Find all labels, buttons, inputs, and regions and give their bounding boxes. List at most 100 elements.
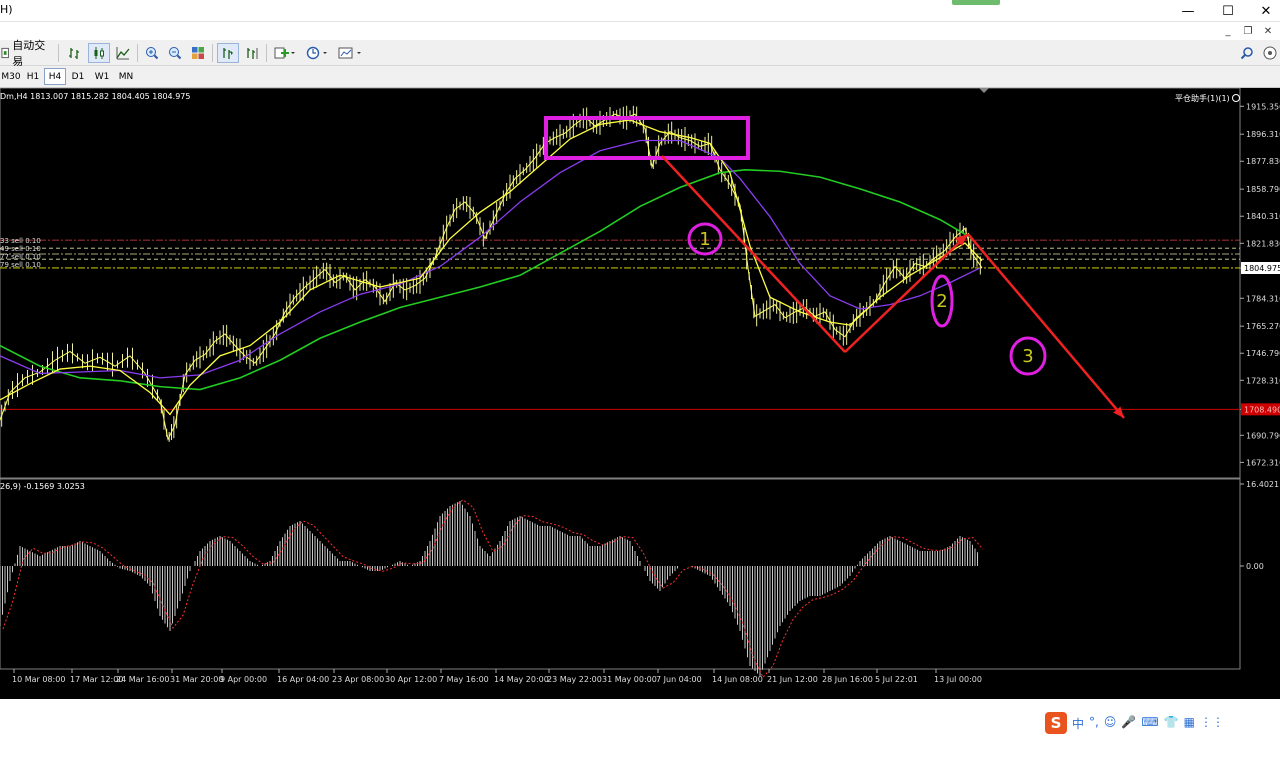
bar-chart-icon <box>69 48 79 59</box>
y-tick-label: 1877.830 <box>1246 157 1280 166</box>
zoom-in-button[interactable] <box>141 43 163 63</box>
x-tick-label: 14 May 20:00 <box>494 675 549 684</box>
smiley-icon <box>1232 94 1241 102</box>
ime-item[interactable]: ⌨ <box>1141 715 1158 732</box>
mdi-close-button[interactable]: ✕ <box>1258 23 1278 39</box>
x-tick-label: 31 May 00:00 <box>602 675 657 684</box>
tile-windows-icon <box>192 47 204 59</box>
x-tick-label: 23 May 22:00 <box>547 675 602 684</box>
y-tick-label: 1840.310 <box>1246 212 1280 221</box>
wave-1-label: 1 <box>699 229 710 250</box>
y-tick-label: 1746.790 <box>1246 349 1280 358</box>
ime-item[interactable]: 👕 <box>1164 715 1179 732</box>
line-chart-icon <box>116 47 130 60</box>
search-icon <box>1240 47 1253 60</box>
price-chart[interactable]: 1915.350 1896.310 1877.830 1858.790 1840.310… <box>0 88 1280 699</box>
indicators-icon <box>274 47 295 59</box>
y-tick-label: 1858.790 <box>1246 185 1280 194</box>
ime-item[interactable]: ▦ <box>1184 715 1195 732</box>
y-tick-label: 1690.790 <box>1246 431 1280 440</box>
timeframe-h4[interactable]: H4 <box>44 68 66 85</box>
indicators-button[interactable] <box>271 43 299 63</box>
timeframe-m30[interactable]: M30 <box>0 68 22 85</box>
y-tick-label: 1765.270 <box>1246 322 1280 331</box>
x-tick-label: 23 Apr 08:00 <box>332 675 384 684</box>
main-toolbar: 自动交易 <box>0 39 1280 68</box>
bar-chart-button[interactable] <box>64 43 86 63</box>
chart-window[interactable]: 1915.350 1896.310 1877.830 1858.790 1840.310… <box>0 88 1280 756</box>
order-label: 79 sell 0.10 <box>0 261 41 269</box>
ime-item[interactable]: 中 <box>1072 715 1084 732</box>
target-price-label: 1708.490 <box>1244 405 1280 414</box>
candle-chart-button[interactable] <box>88 43 110 63</box>
x-tick-label: 30 Apr 12:00 <box>385 675 437 684</box>
autotrade-label: 自动交易 <box>12 39 46 68</box>
shift-marker <box>979 88 989 93</box>
main-pane-border <box>0 88 1241 479</box>
ime-item[interactable]: 🎤 <box>1121 715 1136 732</box>
timeframe-mn[interactable]: MN <box>114 68 138 85</box>
line-chart-button[interactable] <box>112 43 134 63</box>
current-price-label: 1804.975 <box>1244 264 1280 273</box>
x-tick-label: 13 Jul 00:00 <box>934 675 982 684</box>
timeframe-h1[interactable]: H1 <box>22 68 44 85</box>
ea-label: 平仓助手(1)(1) <box>1175 93 1241 104</box>
toolbar-separator <box>137 44 138 62</box>
timeframe-w1[interactable]: W1 <box>90 68 114 85</box>
signal-button[interactable] <box>1260 43 1280 63</box>
ime-item[interactable]: ☺ <box>1104 715 1117 732</box>
ea-label-text: 平仓助手(1)(1) <box>1175 94 1230 103</box>
signal-icon <box>1263 46 1277 60</box>
x-tick-label: 24 Mar 16:00 <box>116 675 169 684</box>
y-tick-label: 1915.350 <box>1246 102 1280 111</box>
zoom-out-icon <box>169 47 182 60</box>
ime-item[interactable]: ⋮⋮ <box>1200 715 1224 732</box>
ime-logo[interactable]: S <box>1045 712 1067 734</box>
toolbar-separator <box>212 44 213 62</box>
macd-pane-border <box>0 478 1241 670</box>
ime-items: 中 °, ☺ 🎤 ⌨ 👕 ▦ ⋮⋮ <box>1067 715 1224 732</box>
x-tick-label: 14 Jun 08:00 <box>712 675 763 684</box>
wave-3-label: 3 <box>1022 346 1033 367</box>
order-label: 49 sell 0.10 <box>0 245 41 253</box>
autotrade-button[interactable]: 自动交易 <box>0 39 54 68</box>
minimize-button[interactable]: — <box>1168 0 1208 22</box>
x-tick-label: 7 May 16:00 <box>439 675 489 684</box>
watermark: @丰泽金融 <box>1116 734 1212 756</box>
symbol-info: Dm,H4 1813.007 1815.282 1804.405 1804.97… <box>0 92 191 101</box>
search-button[interactable] <box>1237 43 1257 63</box>
ime-item[interactable]: °, <box>1089 715 1099 732</box>
drag-handle[interactable] <box>952 0 1000 5</box>
templates-button[interactable] <box>335 43 365 63</box>
x-tick-label: 10 Mar 08:00 <box>12 675 65 684</box>
periods-button[interactable] <box>303 43 331 63</box>
mdi-minimize-button[interactable]: _ <box>1218 23 1238 39</box>
y-tick-label: 1821.830 <box>1246 239 1280 248</box>
tile-windows-button[interactable] <box>187 43 209 63</box>
chart-shift-button[interactable] <box>241 43 263 63</box>
x-tick-label: 16 Apr 04:00 <box>277 675 329 684</box>
timeframe-d1[interactable]: D1 <box>66 68 90 85</box>
y-tick-label: 1784.310 <box>1246 294 1280 303</box>
maximize-button[interactable]: ☐ <box>1208 0 1248 22</box>
macd-y-label: 16.4021 <box>1246 480 1279 489</box>
zoom-out-button[interactable] <box>164 43 186 63</box>
toolbar-separator <box>266 44 267 62</box>
macd-y-label: 0.00 <box>1246 562 1264 571</box>
autoscroll-icon <box>223 48 233 59</box>
mdi-controls: _ ❐ ✕ <box>1200 23 1280 39</box>
autotrade-icon <box>1 47 9 59</box>
order-label: 33 sell 0.10 <box>0 237 41 245</box>
order-labels: 33 sell 0.10 49 sell 0.10 77 sell 0.10 7… <box>0 237 41 269</box>
wave-2-line <box>844 233 969 353</box>
toolbar-separator <box>58 44 59 62</box>
x-tick-label: 9 Apr 00:00 <box>220 675 267 684</box>
close-button[interactable]: ✕ <box>1246 0 1280 22</box>
y-tick-label: 1672.310 <box>1246 458 1280 467</box>
candle-chart-icon <box>94 47 104 59</box>
y-tick-label: 1896.310 <box>1246 130 1280 139</box>
mdi-restore-button[interactable]: ❐ <box>1238 23 1258 39</box>
window-title: H) <box>0 3 13 16</box>
x-tick-label: 5 Jul 22:01 <box>875 675 918 684</box>
autoscroll-button[interactable] <box>217 43 239 63</box>
